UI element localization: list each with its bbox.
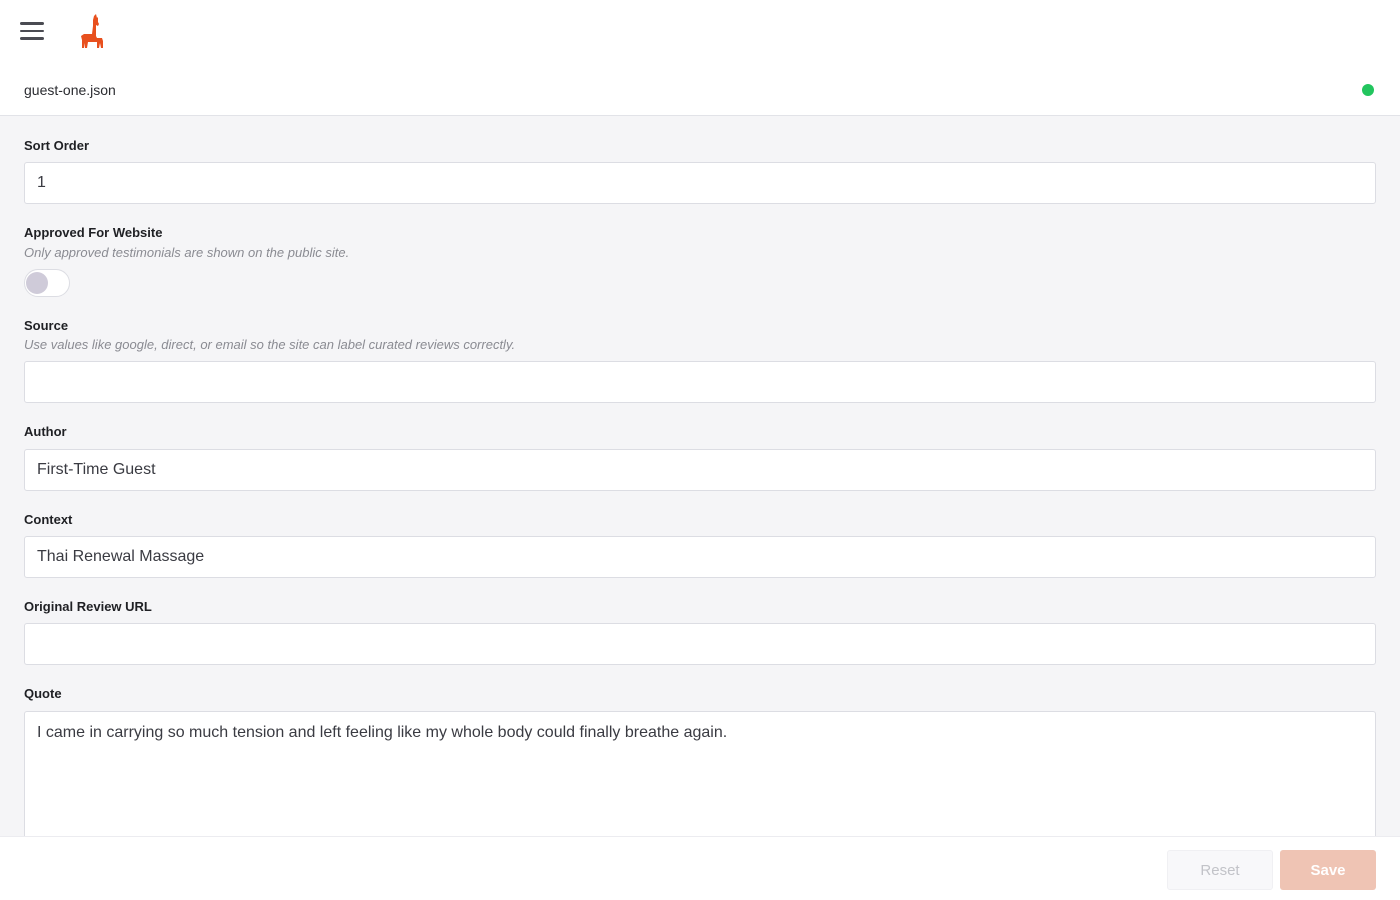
source-help: Use values like google, direct, or email… — [24, 337, 516, 352]
sort-order-input[interactable] — [24, 162, 1376, 204]
approved-toggle[interactable] — [24, 269, 70, 297]
form-content: Sort Order Approved For Website Only app… — [0, 117, 1400, 836]
review-url-label: Original Review URL — [24, 599, 152, 614]
author-input[interactable] — [24, 449, 1376, 491]
save-button[interactable]: Save — [1280, 850, 1376, 890]
toggle-knob — [26, 272, 48, 294]
quote-label: Quote — [24, 686, 62, 701]
approved-label: Approved For Website — [24, 225, 163, 240]
context-label: Context — [24, 512, 73, 527]
author-label: Author — [24, 424, 67, 439]
hamburger-menu-icon[interactable] — [20, 22, 44, 42]
source-label: Source — [24, 318, 69, 333]
context-input[interactable] — [24, 536, 1376, 578]
file-name: guest-one.json — [24, 82, 116, 98]
sort-order-label: Sort Order — [24, 138, 90, 153]
reset-button[interactable]: Reset — [1167, 850, 1273, 890]
approved-help: Only approved testimonials are shown on … — [24, 245, 350, 260]
footer-bar: Reset Save — [0, 836, 1400, 900]
status-indicator — [1362, 84, 1374, 96]
source-input[interactable] — [24, 361, 1376, 403]
llama-logo-icon[interactable] — [78, 14, 106, 50]
review-url-input[interactable] — [24, 623, 1376, 665]
quote-textarea[interactable]: I came in carrying so much tension and l… — [24, 711, 1376, 836]
top-bar: guest-one.json — [0, 0, 1400, 116]
